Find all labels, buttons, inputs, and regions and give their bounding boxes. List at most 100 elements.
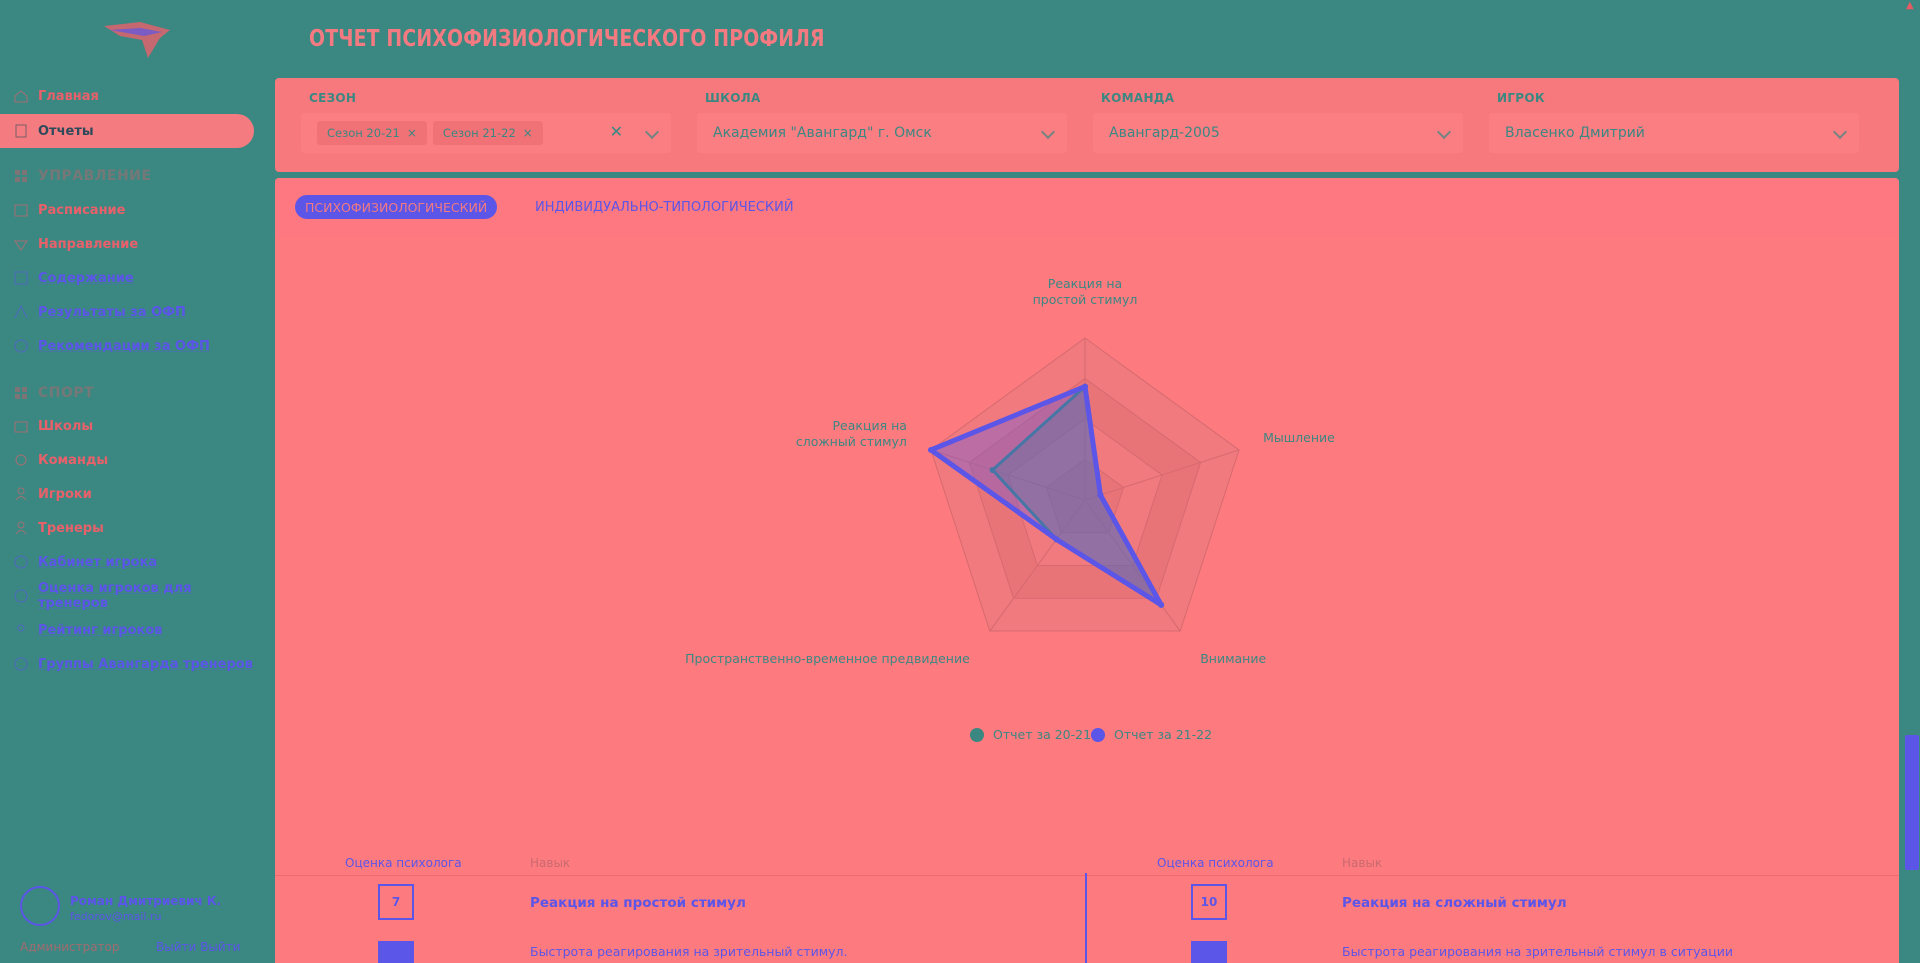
radar-point <box>927 446 934 453</box>
skill-description: Быстрота реагирования на зрительный стим… <box>530 944 848 959</box>
sidebar-section-sport: СПОРТ <box>14 385 94 401</box>
axis-label: Реакция на простой стимул <box>1033 276 1138 307</box>
grid-icon <box>14 386 28 400</box>
cabinet-icon <box>14 555 28 569</box>
chart-legend: Отчет за 20-21 Отчет за 21-22 <box>275 727 1899 747</box>
home-icon <box>14 89 28 103</box>
skill-title: Реакция на сложный стимул <box>1342 895 1567 911</box>
direction-icon <box>14 237 28 251</box>
team-select[interactable]: Авангард-2005 <box>1093 113 1463 153</box>
sidebar-item-label: Тренеры <box>38 520 104 536</box>
axis-label: Внимание <box>1200 651 1266 666</box>
chip-remove-icon[interactable]: × <box>407 126 417 140</box>
season-select[interactable]: Сезон 20-21 × Сезон 21-22 × ✕ <box>301 113 671 153</box>
col-skill-left: Навык <box>530 856 571 870</box>
school-label: ШКОЛА <box>705 91 761 105</box>
sidebar-item-label: Группы Авангарда тренеров <box>38 656 253 672</box>
player-filter: ИГРОК Власенко Дмитрий <box>1489 78 1867 172</box>
scrollbar-thumb[interactable] <box>1905 735 1919 870</box>
sidebar-item-label: Направление <box>38 236 139 252</box>
user-name: Роман Дмитриевич К. <box>70 894 222 908</box>
axis-label: Реакция на сложный стимул <box>796 418 907 449</box>
sidebar-item-label: Расписание <box>38 202 126 218</box>
report-icon <box>14 124 28 138</box>
legend-item-2021[interactable]: Отчет за 20-21 <box>970 727 1091 742</box>
chevron-down-icon[interactable] <box>644 124 660 140</box>
sidebar-item-coaches[interactable]: Тренеры <box>0 511 254 545</box>
sidebar-item-reports[interactable]: Отчеты <box>0 114 254 148</box>
tab-bar: ПСИХОФИЗИОЛОГИЧЕСКИЙ ИНДИВИДУАЛЬНО-ТИПОЛ… <box>275 178 1899 238</box>
group-icon <box>14 657 28 671</box>
table-divider <box>275 875 1899 876</box>
sidebar-item-label: Содержание <box>38 270 134 286</box>
sidebar-item-label: Кабинет игрока <box>38 554 158 570</box>
sidebar-item-label: Игроки <box>38 486 92 502</box>
report-panel: ПСИХОФИЗИОЛОГИЧЕСКИЙ ИНДИВИДУАЛЬНО-ТИПОЛ… <box>275 178 1899 963</box>
sidebar-item-label: Результаты за ОФП <box>38 304 186 320</box>
sidebar-item-ranking[interactable]: Рейтинг игроков <box>0 613 254 647</box>
user-profile: Роман Дмитриевич К. fedorov@mail.ru Адми… <box>18 882 248 954</box>
content-icon <box>14 271 28 285</box>
sidebar-item-groups[interactable]: Группы Авангарда тренеров <box>0 647 254 681</box>
tab-individual-typological[interactable]: ИНДИВИДУАЛЬНО-ТИПОЛОГИЧЕСКИЙ <box>535 195 794 219</box>
radar-point <box>1082 383 1088 390</box>
school-icon <box>14 419 28 433</box>
sidebar-item-player-rating[interactable]: Оценка игроков для тренеров <box>0 579 254 613</box>
skill-description: Быстрота реагирования на зрительный стим… <box>1342 944 1733 959</box>
sidebar-item-players[interactable]: Игроки <box>0 477 254 511</box>
player-label: ИГРОК <box>1497 91 1545 105</box>
radar-point <box>1158 601 1165 608</box>
season-chip[interactable]: Сезон 21-22 × <box>432 121 543 145</box>
team-label: КОМАНДА <box>1101 91 1175 105</box>
player-icon <box>14 487 28 501</box>
sidebar-item-results[interactable]: Результаты за ОФП <box>0 295 254 329</box>
sidebar-item-schools[interactable]: Школы <box>0 409 254 443</box>
col-score-left: Оценка психолога <box>345 856 462 870</box>
sidebar-item-direction[interactable]: Направление <box>0 227 254 261</box>
team-icon <box>14 453 28 467</box>
col-skill-right: Навык <box>1342 856 1383 870</box>
legend-dot <box>1091 727 1105 742</box>
logout-link[interactable]: Выйти Выйти <box>156 940 240 954</box>
results-icon <box>14 304 28 319</box>
legend-dot <box>970 727 984 742</box>
sidebar-item-label: Главная <box>38 88 99 104</box>
grid-icon <box>14 169 28 183</box>
avatar[interactable] <box>20 886 60 926</box>
sidebar-item-schedule[interactable]: Расписание <box>0 193 254 227</box>
score-box: 10 <box>1191 884 1227 920</box>
sidebar-item-player-cabinet[interactable]: Кабинет игрока <box>0 545 254 579</box>
chevron-down-icon[interactable] <box>1832 124 1848 140</box>
page-title: ОТЧЕТ ПСИХОФИЗИОЛОГИЧЕСКОГО ПРОФИЛЯ <box>309 26 825 52</box>
chip-remove-icon[interactable]: × <box>523 126 533 140</box>
chevron-down-icon[interactable] <box>1436 124 1452 140</box>
score-box <box>378 941 414 963</box>
sidebar-item-teams[interactable]: Команды <box>0 443 254 477</box>
score-box <box>1191 941 1227 963</box>
team-value: Авангард-2005 <box>1109 125 1220 141</box>
season-label: СЕЗОН <box>309 91 357 105</box>
player-select[interactable]: Власенко Дмитрий <box>1489 113 1859 153</box>
axis-label: Пространственно-временное предвидение <box>685 651 970 666</box>
clear-icon[interactable]: ✕ <box>610 122 623 141</box>
user-role: Администратор <box>20 940 120 954</box>
sidebar-section-management: УПРАВЛЕНИЕ <box>14 168 151 184</box>
scroll-up-icon[interactable]: ▲ <box>1906 0 1914 11</box>
sidebar-item-home[interactable]: Главная <box>0 79 254 113</box>
season-chip[interactable]: Сезон 20-21 × <box>317 121 427 145</box>
ranking-icon <box>14 623 28 637</box>
school-select[interactable]: Академия "Авангард" г. Омск <box>697 113 1067 153</box>
logo-icon[interactable] <box>100 18 176 62</box>
sidebar-item-recommendations[interactable]: Рекомендации за ОФП <box>0 329 254 363</box>
season-filter: СЕЗОН Сезон 20-21 × Сезон 21-22 × ✕ <box>301 78 679 172</box>
legend-item-2122[interactable]: Отчет за 21-22 <box>1091 727 1212 742</box>
sidebar-item-label: Рейтинг игроков <box>38 622 163 638</box>
school-value: Академия "Авангард" г. Омск <box>713 125 932 141</box>
chevron-down-icon[interactable] <box>1040 124 1056 140</box>
tab-psychophysiological[interactable]: ПСИХОФИЗИОЛОГИЧЕСКИЙ <box>295 195 498 219</box>
sidebar-item-label: Рекомендации за ОФП <box>38 338 210 354</box>
sidebar-item-label: Оценка игроков для тренеров <box>38 581 192 611</box>
user-email: fedorov@mail.ru <box>70 910 162 923</box>
sidebar-item-content[interactable]: Содержание <box>0 261 254 295</box>
school-filter: ШКОЛА Академия "Авангард" г. Омск <box>697 78 1075 172</box>
